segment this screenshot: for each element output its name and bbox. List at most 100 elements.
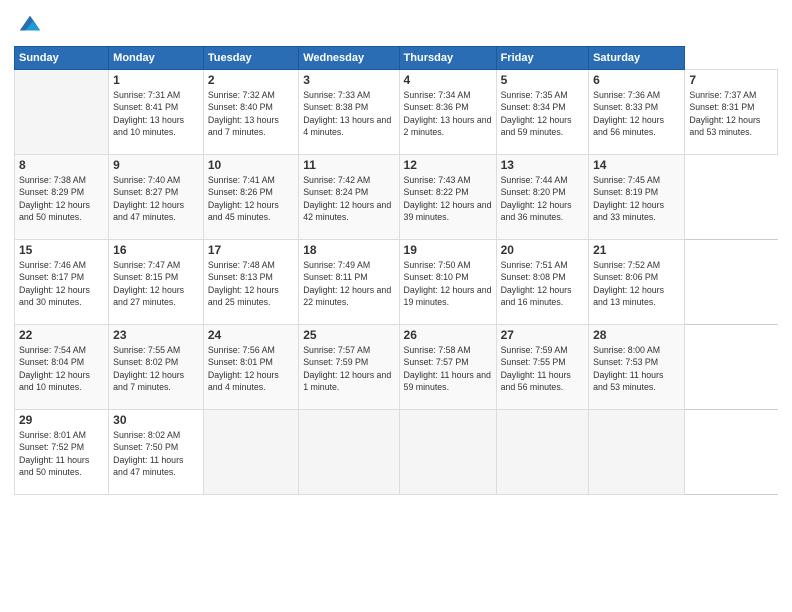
- day-number: 11: [303, 158, 394, 172]
- day-number: 1: [113, 73, 199, 87]
- calendar-cell: 22 Sunrise: 7:54 AMSunset: 8:04 PMDayligh…: [15, 325, 109, 410]
- day-info: Sunrise: 7:57 AMSunset: 7:59 PMDaylight:…: [303, 345, 391, 392]
- day-number: 30: [113, 413, 199, 427]
- day-number: 29: [19, 413, 104, 427]
- logo: [14, 10, 44, 38]
- day-number: 28: [593, 328, 680, 342]
- day-info: Sunrise: 7:32 AMSunset: 8:40 PMDaylight:…: [208, 90, 279, 137]
- weekday-header-wednesday: Wednesday: [299, 47, 399, 70]
- calendar-cell: 26 Sunrise: 7:58 AMSunset: 7:57 PMDayligh…: [399, 325, 496, 410]
- calendar-header-row: SundayMondayTuesdayWednesdayThursdayFrid…: [15, 47, 778, 70]
- day-info: Sunrise: 7:46 AMSunset: 8:17 PMDaylight:…: [19, 260, 90, 307]
- calendar-cell: 7 Sunrise: 7:37 AMSunset: 8:31 PMDaylight…: [685, 70, 778, 155]
- day-info: Sunrise: 7:31 AMSunset: 8:41 PMDaylight:…: [113, 90, 184, 137]
- day-number: 21: [593, 243, 680, 257]
- calendar-week-1: 8Sunrise: 7:38 AMSunset: 8:29 PMDaylight…: [15, 155, 778, 240]
- calendar-cell: 25 Sunrise: 7:57 AMSunset: 7:59 PMDayligh…: [299, 325, 399, 410]
- calendar-cell: 3Sunrise: 7:33 AMSunset: 8:38 PMDaylight…: [299, 70, 399, 155]
- day-number: 19: [404, 243, 492, 257]
- page-header: [14, 10, 778, 38]
- day-number: 14: [593, 158, 680, 172]
- calendar-cell: 14 Sunrise: 7:45 AMSunset: 8:19 PMDayligh…: [589, 155, 685, 240]
- day-number: 22: [19, 328, 104, 342]
- weekday-header-saturday: Saturday: [589, 47, 685, 70]
- day-number: 16: [113, 243, 199, 257]
- weekday-header-sunday: Sunday: [15, 47, 109, 70]
- day-info: Sunrise: 7:59 AMSunset: 7:55 PMDaylight:…: [501, 345, 571, 392]
- calendar-week-3: 22 Sunrise: 7:54 AMSunset: 8:04 PMDayligh…: [15, 325, 778, 410]
- weekday-header-friday: Friday: [496, 47, 589, 70]
- calendar-week-0: 1 Sunrise: 7:31 AMSunset: 8:41 PMDaylight…: [15, 70, 778, 155]
- calendar-cell: 13 Sunrise: 7:44 AMSunset: 8:20 PMDayligh…: [496, 155, 589, 240]
- calendar-cell: 6Sunrise: 7:36 AMSunset: 8:33 PMDaylight…: [589, 70, 685, 155]
- calendar-cell: [589, 410, 685, 495]
- day-info: Sunrise: 7:41 AMSunset: 8:26 PMDaylight:…: [208, 175, 279, 222]
- day-number: 4: [404, 73, 492, 87]
- day-number: 5: [501, 73, 585, 87]
- day-number: 7: [689, 73, 773, 87]
- day-info: Sunrise: 7:34 AMSunset: 8:36 PMDaylight:…: [404, 90, 492, 137]
- calendar-table: SundayMondayTuesdayWednesdayThursdayFrid…: [14, 46, 778, 495]
- calendar-cell: 30 Sunrise: 8:02 AMSunset: 7:50 PMDayligh…: [109, 410, 204, 495]
- day-info: Sunrise: 7:58 AMSunset: 7:57 PMDaylight:…: [404, 345, 491, 392]
- day-info: Sunrise: 7:56 AMSunset: 8:01 PMDaylight:…: [208, 345, 279, 392]
- day-info: Sunrise: 7:48 AMSunset: 8:13 PMDaylight:…: [208, 260, 279, 307]
- day-info: Sunrise: 7:47 AMSunset: 8:15 PMDaylight:…: [113, 260, 184, 307]
- calendar-cell: 21 Sunrise: 7:52 AMSunset: 8:06 PMDayligh…: [589, 240, 685, 325]
- day-info: Sunrise: 7:50 AMSunset: 8:10 PMDaylight:…: [404, 260, 492, 307]
- calendar-body: 1 Sunrise: 7:31 AMSunset: 8:41 PMDaylight…: [15, 70, 778, 495]
- day-info: Sunrise: 7:35 AMSunset: 8:34 PMDaylight:…: [501, 90, 572, 137]
- calendar-cell: 4 Sunrise: 7:34 AMSunset: 8:36 PMDaylight…: [399, 70, 496, 155]
- calendar-cell: 28 Sunrise: 8:00 AMSunset: 7:53 PMDayligh…: [589, 325, 685, 410]
- calendar-cell: 12Sunrise: 7:43 AMSunset: 8:22 PMDayligh…: [399, 155, 496, 240]
- calendar-week-2: 15 Sunrise: 7:46 AMSunset: 8:17 PMDayligh…: [15, 240, 778, 325]
- calendar-cell: [399, 410, 496, 495]
- day-info: Sunrise: 7:45 AMSunset: 8:19 PMDaylight:…: [593, 175, 664, 222]
- calendar-cell: 2Sunrise: 7:32 AMSunset: 8:40 PMDaylight…: [203, 70, 298, 155]
- calendar-cell: 27 Sunrise: 7:59 AMSunset: 7:55 PMDayligh…: [496, 325, 589, 410]
- day-info: Sunrise: 7:37 AMSunset: 8:31 PMDaylight:…: [689, 90, 760, 137]
- weekday-header-tuesday: Tuesday: [203, 47, 298, 70]
- calendar-cell: [203, 410, 298, 495]
- day-number: 26: [404, 328, 492, 342]
- day-number: 20: [501, 243, 585, 257]
- calendar-cell: 29 Sunrise: 8:01 AMSunset: 7:52 PMDayligh…: [15, 410, 109, 495]
- calendar-cell: [15, 70, 109, 155]
- day-info: Sunrise: 7:52 AMSunset: 8:06 PMDaylight:…: [593, 260, 664, 307]
- day-number: 25: [303, 328, 394, 342]
- day-number: 6: [593, 73, 680, 87]
- calendar-cell: 8Sunrise: 7:38 AMSunset: 8:29 PMDaylight…: [15, 155, 109, 240]
- calendar-cell: 5 Sunrise: 7:35 AMSunset: 8:34 PMDaylight…: [496, 70, 589, 155]
- calendar-cell: 15 Sunrise: 7:46 AMSunset: 8:17 PMDayligh…: [15, 240, 109, 325]
- calendar-cell: 18Sunrise: 7:49 AMSunset: 8:11 PMDayligh…: [299, 240, 399, 325]
- calendar-cell: [299, 410, 399, 495]
- day-number: 9: [113, 158, 199, 172]
- day-info: Sunrise: 7:55 AMSunset: 8:02 PMDaylight:…: [113, 345, 184, 392]
- weekday-header-thursday: Thursday: [399, 47, 496, 70]
- weekday-header-monday: Monday: [109, 47, 204, 70]
- day-info: Sunrise: 7:40 AMSunset: 8:27 PMDaylight:…: [113, 175, 184, 222]
- calendar-cell: [496, 410, 589, 495]
- calendar-cell: 20 Sunrise: 7:51 AMSunset: 8:08 PMDayligh…: [496, 240, 589, 325]
- day-info: Sunrise: 7:51 AMSunset: 8:08 PMDaylight:…: [501, 260, 572, 307]
- day-info: Sunrise: 7:44 AMSunset: 8:20 PMDaylight:…: [501, 175, 572, 222]
- day-number: 10: [208, 158, 294, 172]
- calendar-cell: 23Sunrise: 7:55 AMSunset: 8:02 PMDayligh…: [109, 325, 204, 410]
- day-info: Sunrise: 8:01 AMSunset: 7:52 PMDaylight:…: [19, 430, 89, 477]
- day-info: Sunrise: 7:33 AMSunset: 8:38 PMDaylight:…: [303, 90, 391, 137]
- day-number: 17: [208, 243, 294, 257]
- day-number: 12: [404, 158, 492, 172]
- day-number: 13: [501, 158, 585, 172]
- calendar-cell: 1 Sunrise: 7:31 AMSunset: 8:41 PMDaylight…: [109, 70, 204, 155]
- day-number: 15: [19, 243, 104, 257]
- day-info: Sunrise: 8:02 AMSunset: 7:50 PMDaylight:…: [113, 430, 183, 477]
- calendar-cell: 19 Sunrise: 7:50 AMSunset: 8:10 PMDayligh…: [399, 240, 496, 325]
- day-info: Sunrise: 8:00 AMSunset: 7:53 PMDaylight:…: [593, 345, 663, 392]
- calendar-cell: 24 Sunrise: 7:56 AMSunset: 8:01 PMDayligh…: [203, 325, 298, 410]
- day-info: Sunrise: 7:54 AMSunset: 8:04 PMDaylight:…: [19, 345, 90, 392]
- logo-icon: [16, 10, 44, 38]
- day-number: 27: [501, 328, 585, 342]
- day-info: Sunrise: 7:49 AMSunset: 8:11 PMDaylight:…: [303, 260, 391, 307]
- calendar-cell: 9 Sunrise: 7:40 AMSunset: 8:27 PMDaylight…: [109, 155, 204, 240]
- day-number: 24: [208, 328, 294, 342]
